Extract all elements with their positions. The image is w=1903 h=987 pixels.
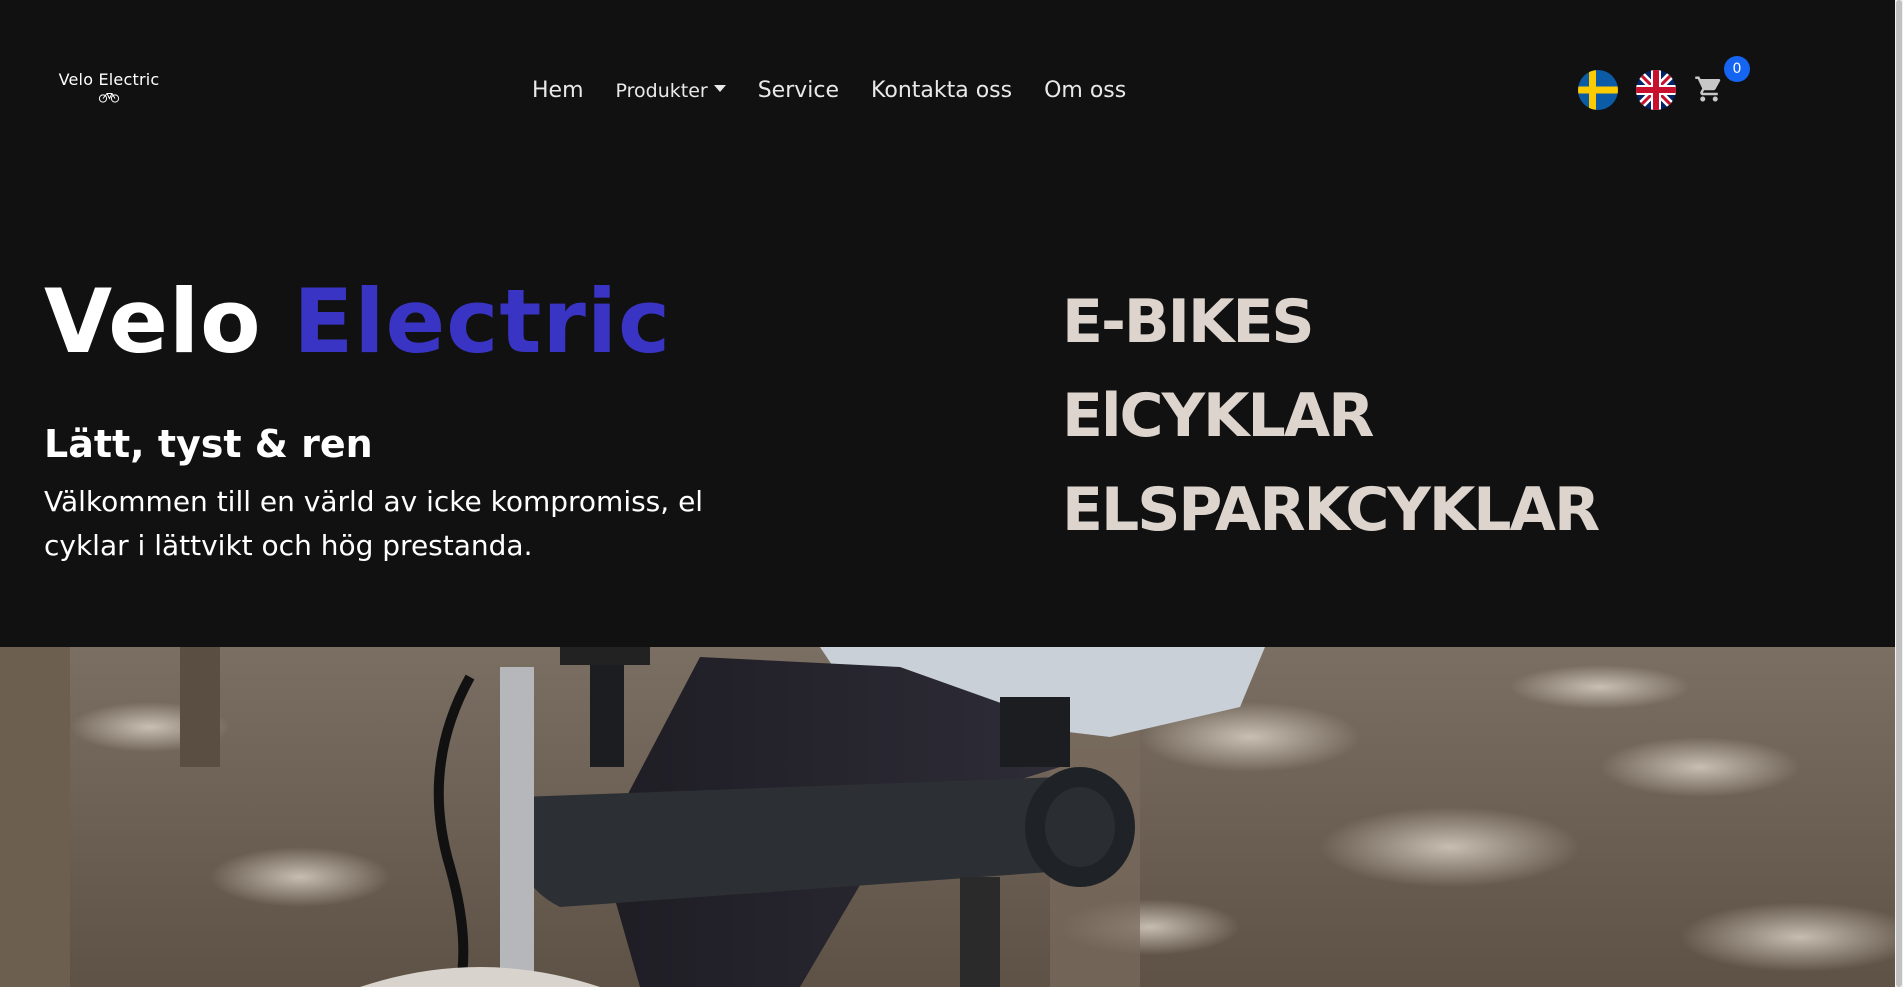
- scrollbar-thumb[interactable]: [1896, 0, 1902, 987]
- cart-button[interactable]: 0: [1694, 56, 1750, 106]
- category-elsparkcyklar[interactable]: ELSPARKCYKLAR: [1062, 463, 1600, 557]
- main-menu: Hem Produkter Service Kontakta oss Om os…: [532, 78, 1158, 103]
- nav-produkter-label: Produkter: [615, 79, 708, 102]
- bike-icon: [98, 93, 120, 103]
- nav-hem-label: Hem: [532, 78, 584, 103]
- nav-om-oss-label: Om oss: [1044, 78, 1127, 103]
- hero-description: Välkommen till en värld av icke kompromi…: [44, 485, 704, 562]
- nav-produkter-dropdown[interactable]: Produkter: [616, 80, 726, 102]
- category-e-bikes[interactable]: E-BIKES: [1062, 275, 1598, 369]
- hero-title-part1: Velo: [44, 270, 262, 373]
- cart-count-badge: 0: [1724, 56, 1750, 82]
- nav-om-oss[interactable]: Om oss: [1044, 78, 1126, 103]
- nav-hem[interactable]: Hem: [532, 78, 584, 103]
- category-list: E-BIKES ElCYKLAR ELSPARKCYKLAR: [1062, 275, 1600, 557]
- hero-title: Velo Electric: [44, 278, 671, 366]
- hero-tagline: Lätt, tyst & ren: [44, 422, 373, 466]
- swedish-flag-icon[interactable]: [1578, 70, 1618, 110]
- nav-actions: 0: [1578, 56, 1750, 110]
- logo-text: Velo Electric: [58, 70, 160, 89]
- category-elcyklar[interactable]: ElCYKLAR: [1062, 369, 1598, 463]
- page-scrollbar[interactable]: [1895, 0, 1903, 987]
- nav-kontakta-oss[interactable]: Kontakta oss: [871, 78, 1012, 103]
- nav-kontakta-label: Kontakta oss: [871, 78, 1013, 103]
- top-navbar: Velo Electric Hem Produkter Service Kont…: [0, 0, 1903, 170]
- nav-service-label: Service: [757, 78, 840, 103]
- nav-service[interactable]: Service: [758, 78, 839, 103]
- hero-photo: [0, 647, 1903, 987]
- uk-flag-icon[interactable]: [1636, 70, 1676, 110]
- cart-icon: [1695, 76, 1721, 102]
- hero-title-part2: Electric: [293, 270, 672, 373]
- site-logo[interactable]: Velo Electric: [44, 70, 174, 103]
- caret-down-icon: [713, 85, 726, 92]
